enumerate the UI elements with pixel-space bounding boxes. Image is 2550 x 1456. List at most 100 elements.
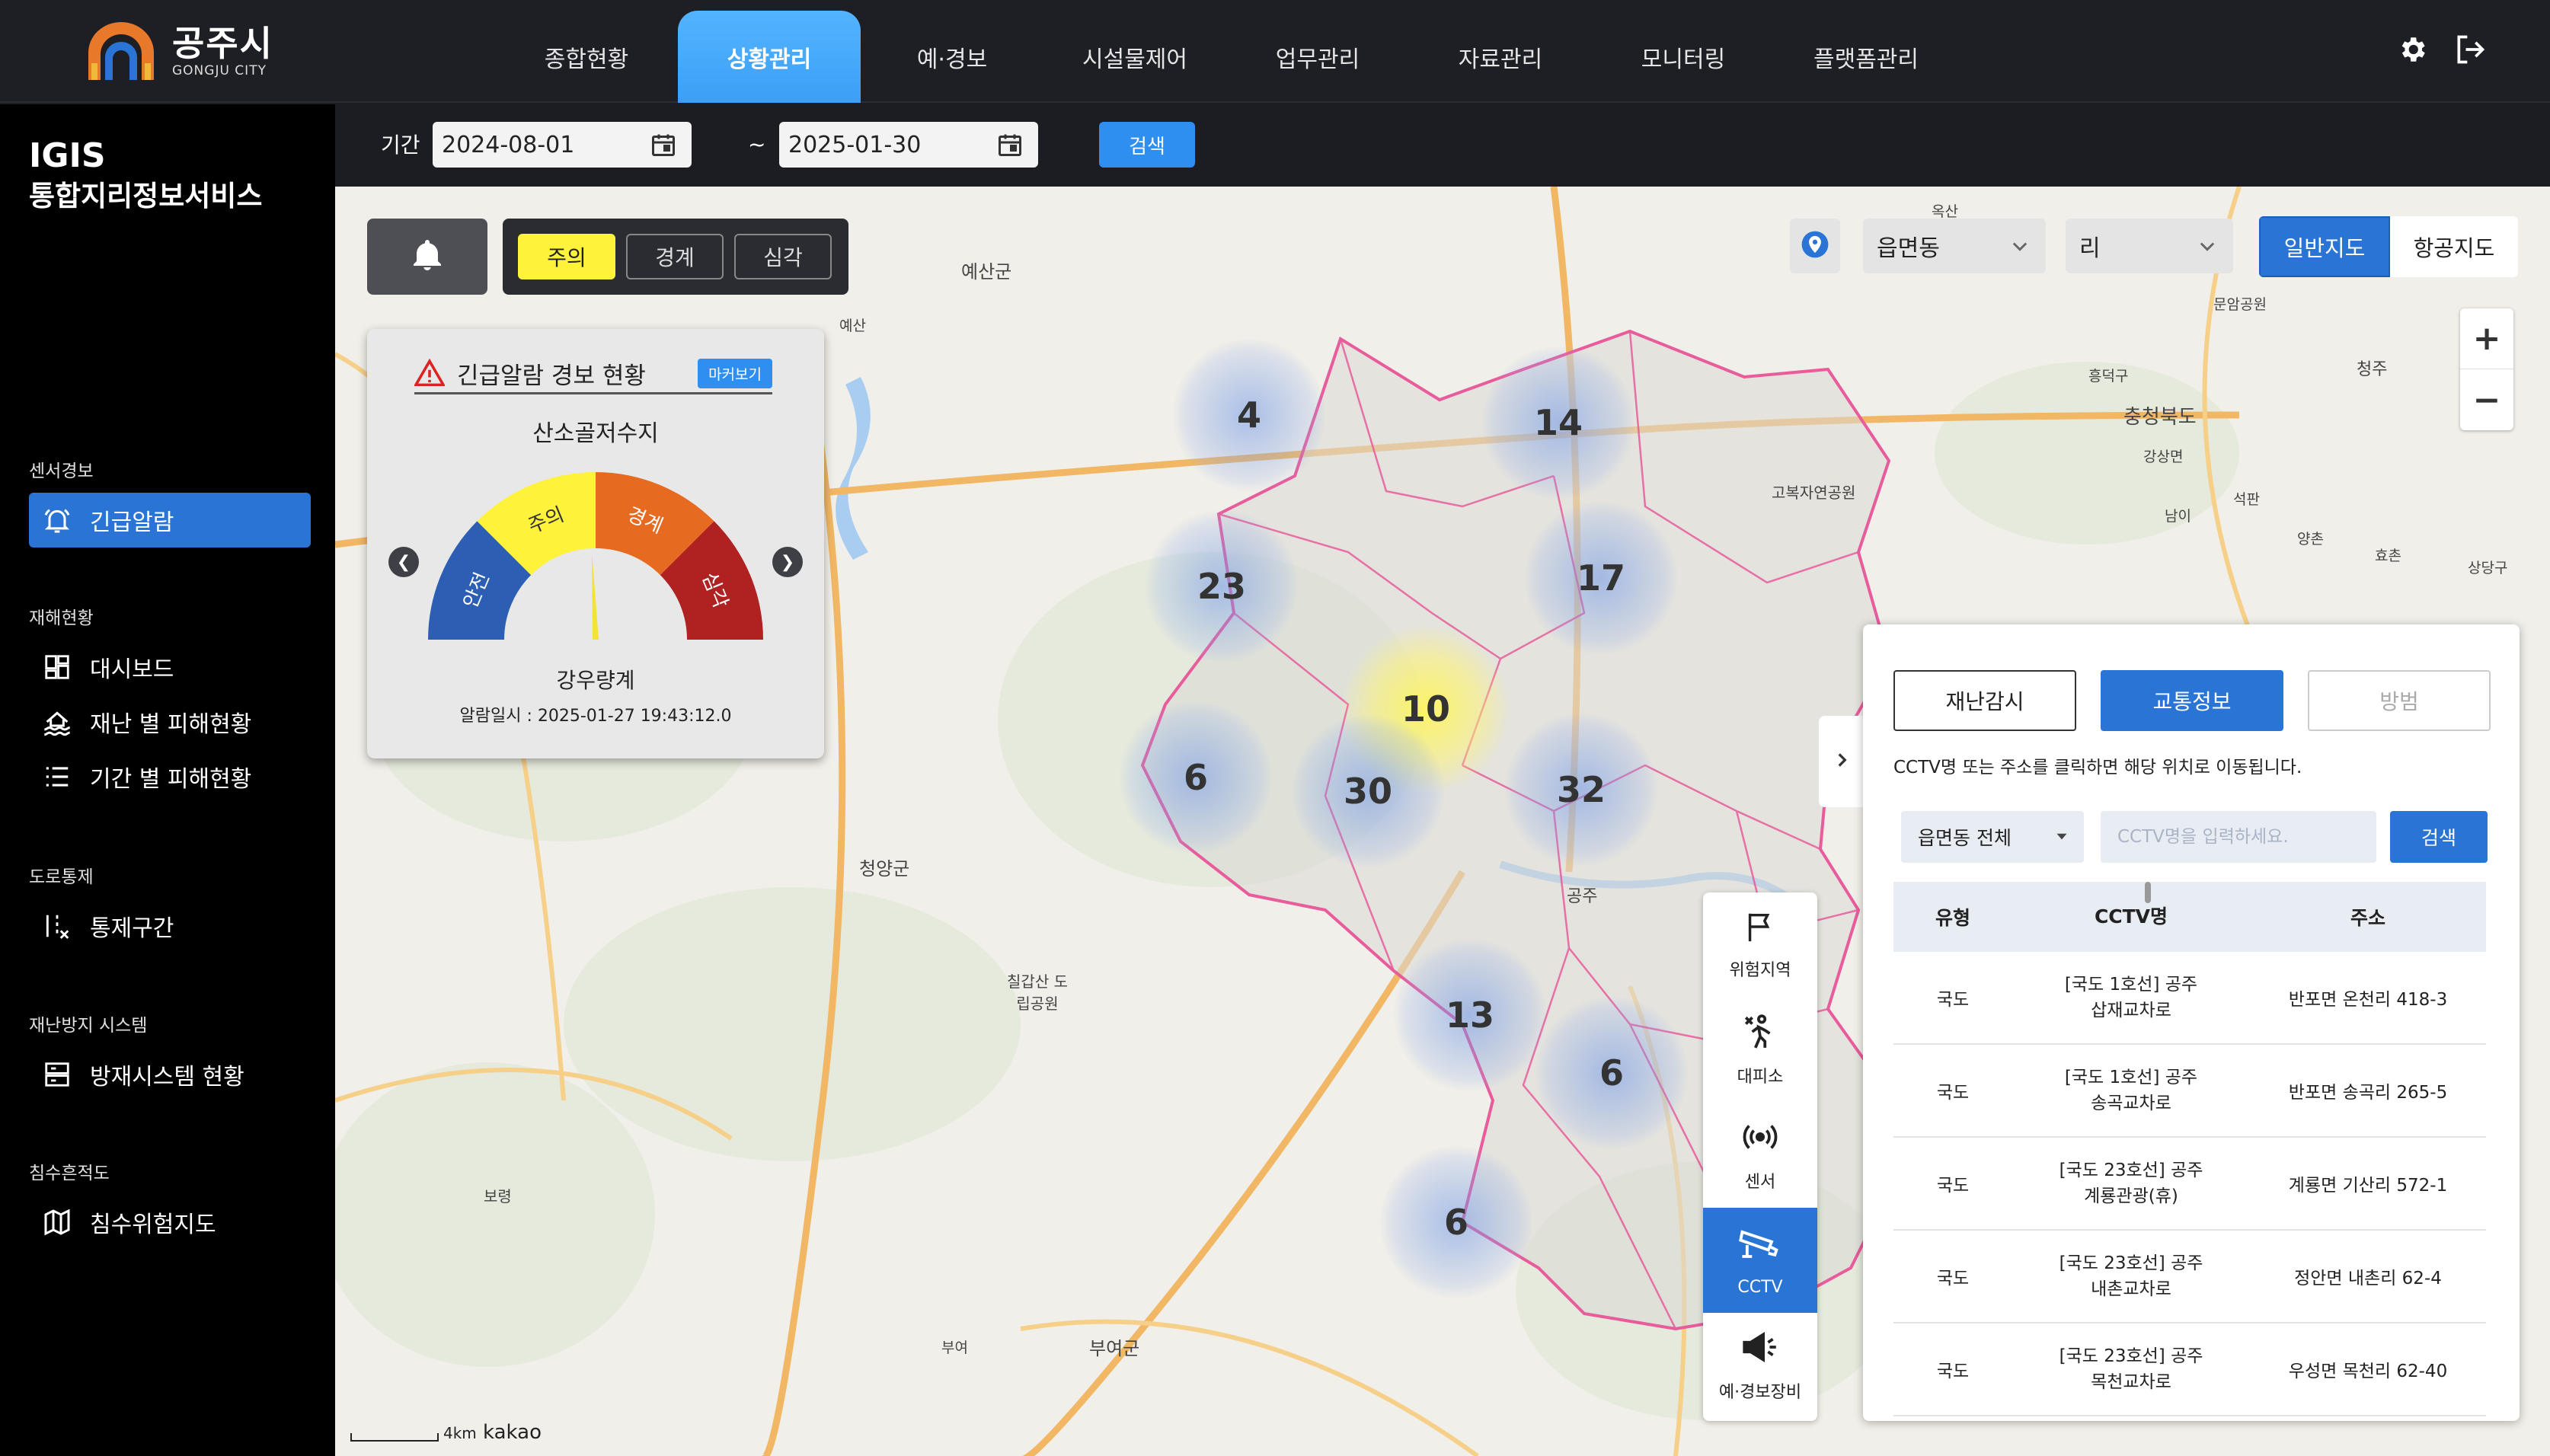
period-search-button[interactable]: 검색 (1099, 122, 1195, 168)
layer-risk-area[interactable]: 위험지역 (1703, 892, 1817, 998)
table-row[interactable]: 국도 [국도 1호선] 공주 삽재교차로 반포면 온천리 418-3 (1893, 952, 2486, 1045)
alert-level-gauge: 안전주의 경계심각 (428, 472, 763, 640)
cluster-marker[interactable]: 6 (1380, 1146, 1532, 1298)
sidebar-item-damage-by-period[interactable]: 기간 별 피해현황 (29, 749, 311, 804)
cctv-search-button[interactable]: 검색 (2390, 811, 2488, 863)
cctv-camera-icon (1737, 1225, 1783, 1270)
cell-cctv-name[interactable]: [국도 23호선] 공주 계룡관광(휴) (2012, 1138, 2250, 1229)
sidebar-section-title: 도로통제 (29, 867, 94, 887)
sidebar-item-control-section[interactable]: 통제구간 (29, 899, 311, 953)
sidebar-section-flood: 침수흔적도 침수위험지도 (29, 1158, 311, 1250)
gear-icon[interactable] (2393, 30, 2431, 69)
sidebar-item-label: 통제구간 (90, 915, 174, 942)
cluster-marker[interactable]: 6 (1535, 997, 1688, 1149)
sidebar-item-label: 침수위험지도 (90, 1212, 216, 1238)
sidebar-item-damage-by-disaster[interactable]: 재난 별 피해현황 (29, 694, 311, 749)
brand-subtitle: GONGJU CITY (172, 63, 267, 78)
sidebar-item-flood-risk-map[interactable]: 침수위험지도 (29, 1195, 311, 1250)
select-value: 리 (2079, 235, 2101, 262)
road-control-icon (41, 910, 73, 942)
map-label: 청양군 (859, 858, 910, 880)
cell-cctv-name[interactable]: [국도 23호선] 공주 목천교차로 (2012, 1323, 2250, 1415)
brand-title: 공주시 (172, 23, 273, 64)
nav-item-overview[interactable]: 종합현황 (495, 11, 678, 103)
nav-item-facility-control[interactable]: 시설물제어 (1043, 11, 1226, 103)
gongju-logo[interactable]: 공주시 GONGJU CITY (82, 17, 280, 85)
cell-address[interactable]: 반포면 온천리 418-3 (2250, 952, 2486, 1043)
calendar-icon[interactable] (995, 131, 1024, 158)
table-scrollbar[interactable] (2145, 882, 2151, 903)
cell-address[interactable]: 정안면 내촌리 62-4 (2250, 1231, 2486, 1322)
calendar-icon[interactable] (649, 131, 678, 158)
nav-item-forecast[interactable]: 예·경보 (861, 11, 1043, 103)
nav-item-platform[interactable]: 플랫폼관리 (1775, 11, 1957, 103)
tab-traffic-info[interactable]: 교통정보 (2101, 670, 2283, 731)
cell-type: 국도 (1936, 1362, 1970, 1381)
eup-myeon-dong-select[interactable]: 읍면동 (1863, 219, 2046, 273)
sidebar-item-prevention-system[interactable]: 방재시스템 현황 (29, 1047, 311, 1102)
warning-triangle-icon (413, 358, 446, 389)
cctv-panel: 재난감시 교통정보 방범 CCTV명 또는 주소를 클릭하면 해당 위치로 이동… (1863, 624, 2520, 1421)
cluster-marker[interactable]: 17 (1525, 502, 1677, 654)
cell-cctv-name[interactable]: [국도 1호선] 공주 송곡교차로 (2012, 1045, 2250, 1136)
cluster-marker[interactable]: 23 (1146, 510, 1298, 663)
flag-icon (1743, 909, 1778, 949)
layer-alert-equipment[interactable]: 예·경보장비 (1703, 1313, 1817, 1418)
cluster-marker[interactable]: 13 (1394, 939, 1546, 1091)
zoom-out-button[interactable]: − (2460, 369, 2513, 430)
logout-icon[interactable] (2451, 30, 2489, 69)
cluster-marker[interactable]: 30 (1292, 715, 1444, 867)
nav-item-situation[interactable]: 상황관리 (678, 11, 861, 103)
alarm-status-card: 긴급알람 경보 현황 마커보기 산소골저수지 ❮ ❯ 안전 주의 경계 심각 강우량계… (367, 329, 824, 758)
sidebar-item-label: 방재시스템 현황 (90, 1064, 244, 1090)
sidebar-item-emergency-alarm[interactable]: 긴급알람 (29, 493, 311, 548)
nav-item-data[interactable]: 자료관리 (1409, 11, 1592, 103)
column-header-address: 주소 (2350, 907, 2385, 929)
cell-cctv-name[interactable]: [국도 1호선] 공주 삽재교차로 (2012, 952, 2250, 1043)
ri-select[interactable]: 리 (2066, 219, 2233, 273)
alert-level-filter: 주의 경계 심각 (503, 219, 848, 295)
cluster-marker[interactable]: 6 (1120, 701, 1272, 854)
general-map-button[interactable]: 일반지도 (2259, 216, 2390, 277)
nav-item-monitoring[interactable]: 모니터링 (1592, 11, 1775, 103)
layer-sensor[interactable]: 센서 (1703, 1103, 1817, 1208)
nav-item-work[interactable]: 업무관리 (1226, 11, 1409, 103)
table-row[interactable]: 국도 [국도 23호선] 공주 목천교차로 우성면 목천리 62-40 (1893, 1323, 2486, 1416)
cluster-marker[interactable]: 4 (1173, 339, 1325, 491)
column-header-cctv-name: CCTV명 (2094, 905, 2168, 928)
prev-arrow-icon[interactable]: ❮ (388, 547, 419, 577)
level-warning-button[interactable]: 경계 (626, 234, 724, 279)
cell-address[interactable]: 계룡면 기산리 572-1 (2250, 1138, 2486, 1229)
level-severe-button[interactable]: 심각 (734, 234, 832, 279)
table-row[interactable]: 국도 [국도 23호선] 공주 내촌교차로 정안면 내촌리 62-4 (1893, 1231, 2486, 1323)
layer-shelter[interactable]: 대피소 (1703, 998, 1817, 1103)
panel-collapse-button[interactable] (1819, 716, 1865, 807)
cluster-marker[interactable]: 14 (1482, 346, 1634, 499)
location-button[interactable] (1790, 219, 1840, 273)
next-arrow-icon[interactable]: ❯ (772, 547, 803, 577)
region-select[interactable]: 읍면동 전체 (1901, 811, 2084, 863)
map-label: 효촌 (2375, 548, 2401, 564)
chevron-down-icon (2009, 235, 2031, 263)
cell-address[interactable]: 우성면 목천리 62-40 (2250, 1323, 2486, 1415)
sidebar-item-dashboard[interactable]: 대시보드 (29, 640, 311, 694)
end-date-field[interactable]: 2025-01-30 (779, 122, 1038, 168)
table-row[interactable]: 국도 [국도 23호선] 공주 계룡관광(휴) 계룡면 기산리 572-1 (1893, 1138, 2486, 1231)
show-marker-button[interactable]: 마커보기 (698, 359, 772, 388)
layer-cctv[interactable]: CCTV (1703, 1208, 1817, 1313)
cctv-search-input[interactable] (2101, 811, 2376, 863)
tab-crime-prevention[interactable]: 방범 (2308, 670, 2491, 731)
start-date-field[interactable]: 2024-08-01 (433, 122, 692, 168)
sidebar-item-label: 긴급알람 (90, 509, 174, 536)
cluster-marker[interactable]: 32 (1505, 714, 1657, 866)
cell-address[interactable]: 반포면 송곡리 265-5 (2250, 1045, 2486, 1136)
cell-cctv-name[interactable]: [국도 23호선] 공주 내촌교차로 (2012, 1231, 2250, 1322)
cell-type: 국도 (1936, 1083, 1970, 1103)
alarm-toggle-button[interactable] (367, 219, 487, 295)
table-row[interactable]: 국도 [국도 1호선] 공주 송곡교차로 반포면 송곡리 265-5 (1893, 1045, 2486, 1138)
tab-disaster-monitoring[interactable]: 재난감시 (1893, 670, 2076, 731)
aerial-map-button[interactable]: 항공지도 (2390, 216, 2518, 277)
zoom-in-button[interactable]: + (2460, 308, 2513, 369)
map-label: 남이 (2165, 508, 2191, 525)
level-caution-button[interactable]: 주의 (518, 234, 615, 279)
